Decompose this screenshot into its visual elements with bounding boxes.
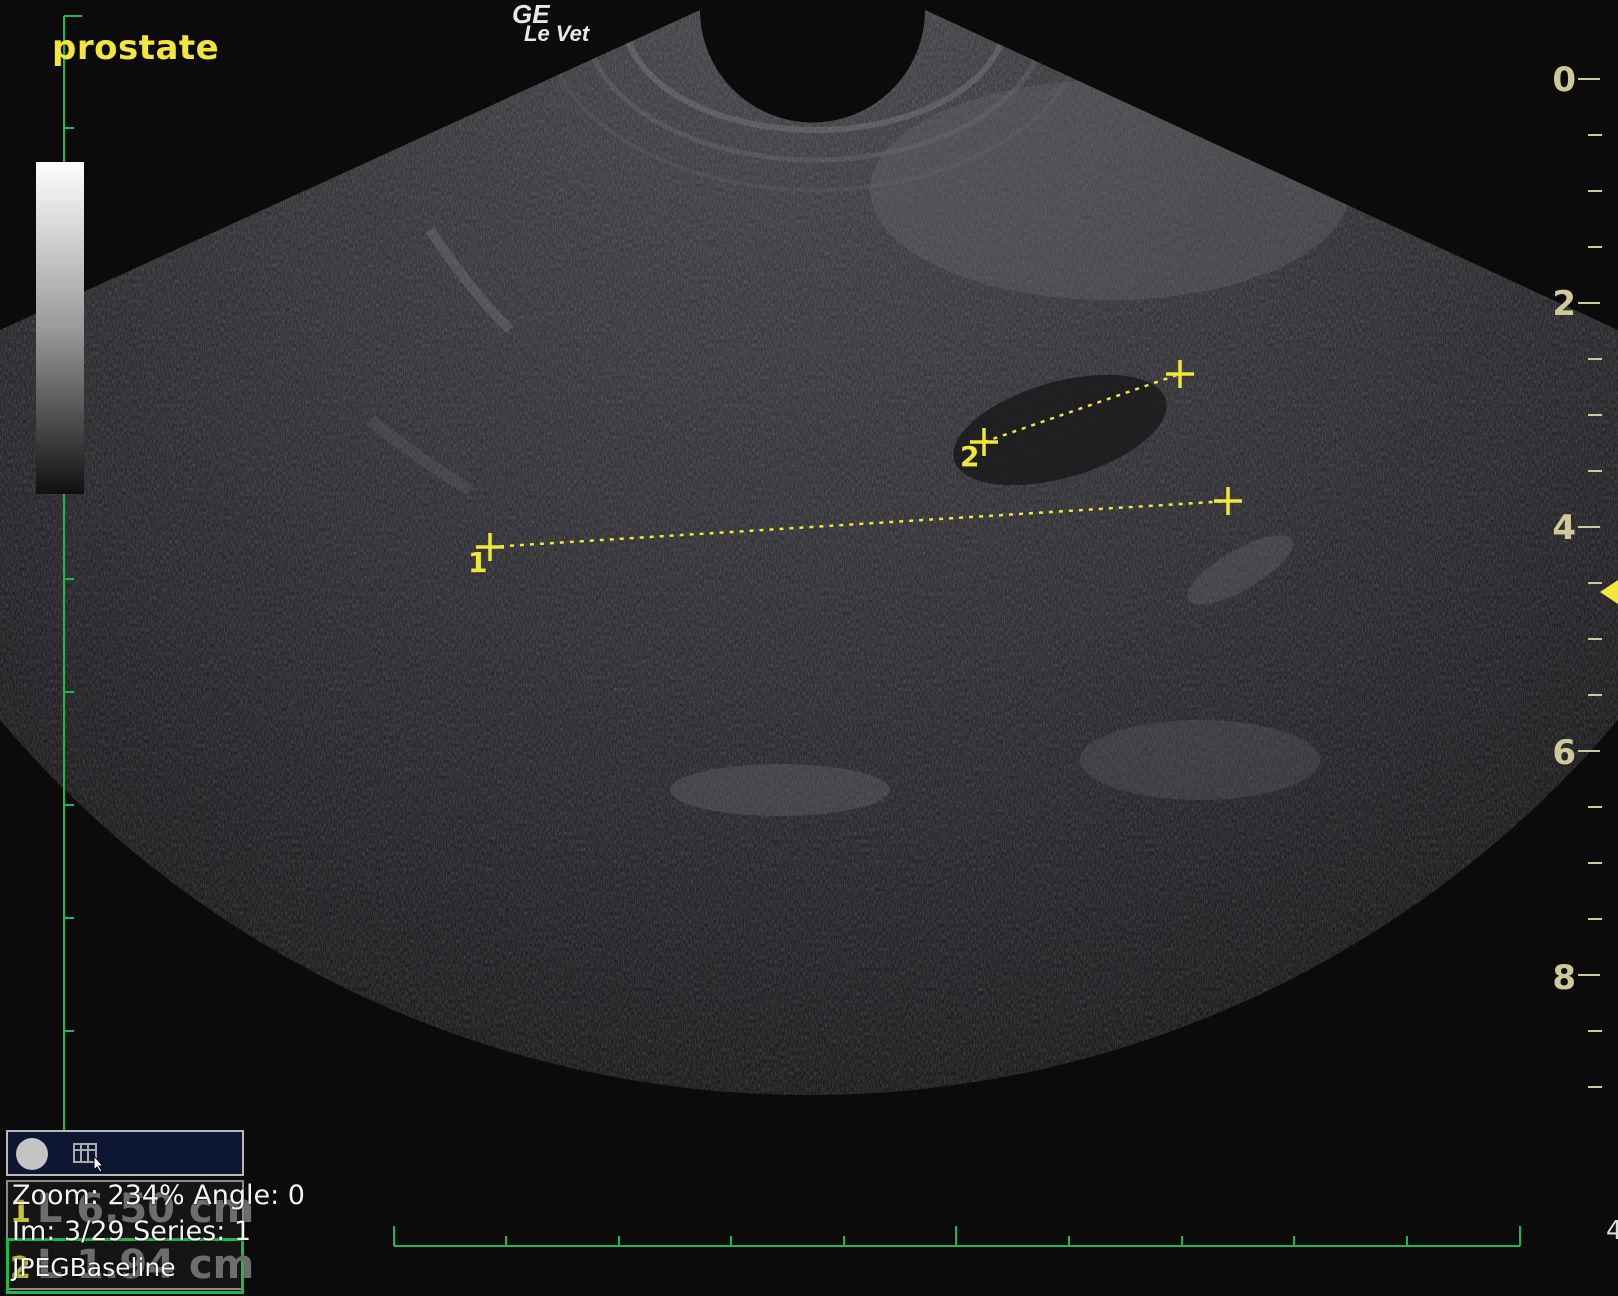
zoom-info: Zoom: 234% Angle: 0 (12, 1180, 305, 1211)
organ-label: prostate (52, 28, 220, 68)
depth-label-2: 2 (1552, 284, 1576, 324)
film-icon[interactable] (68, 1136, 108, 1173)
grayscale-bar (36, 162, 84, 494)
depth-label-4: 4 (1552, 508, 1576, 548)
image-series-info: Im: 3/29 Series: 1 (12, 1216, 252, 1247)
corner-digit: 4 (1606, 1216, 1618, 1246)
cine-control-panel (6, 1130, 244, 1176)
cursor-icon (93, 1154, 105, 1173)
caliper-2-label: 2 (960, 440, 980, 473)
depth-label-8: 8 (1552, 958, 1576, 998)
brand-line-2: Le Vet (524, 21, 590, 46)
brand-logo: GE Le Vet (512, 1, 590, 46)
record-icon[interactable] (16, 1138, 48, 1170)
codec-info: JPEGBaseline (12, 1253, 176, 1282)
depth-label-0: 0 (1552, 60, 1576, 100)
sector-scan (0, 10, 1618, 1096)
depth-label-6: 6 (1552, 733, 1576, 773)
ultrasound-viewport: prostate GE Le Vet 0 2 4 6 8 4 1 2 1L 6.… (0, 0, 1618, 1296)
ultrasound-image (0, 10, 1618, 1247)
lateral-axis-bottom (393, 1226, 1521, 1247)
caliper-1-label: 1 (468, 546, 488, 579)
